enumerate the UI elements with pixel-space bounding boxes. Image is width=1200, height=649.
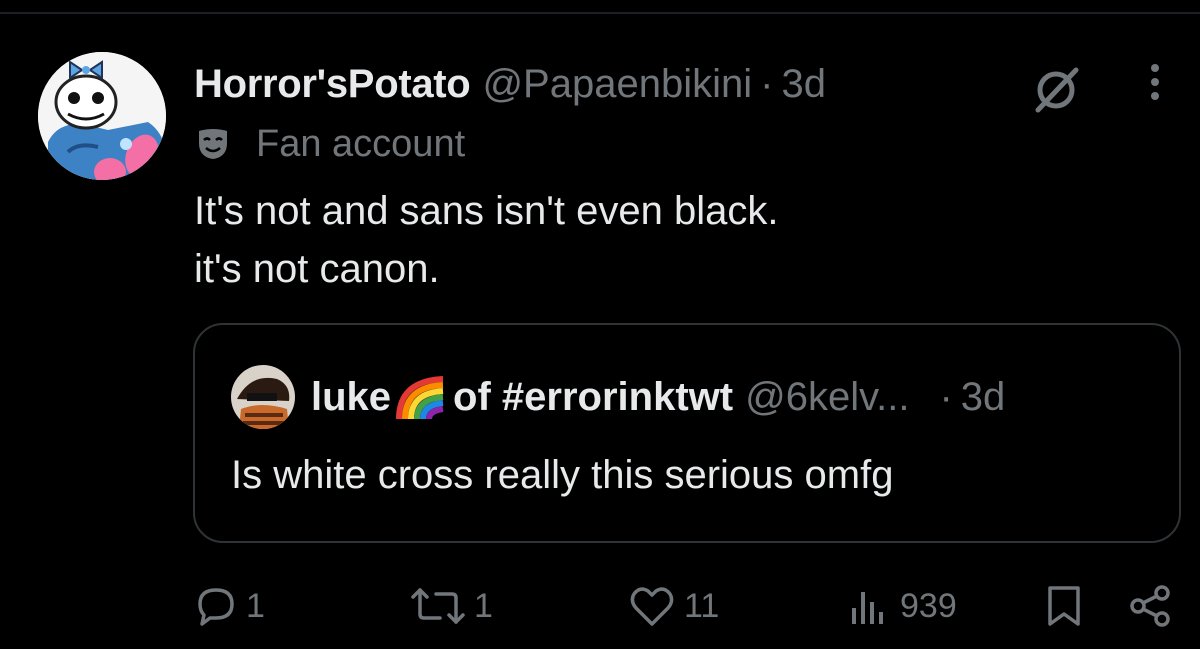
grok-icon[interactable] (1030, 64, 1082, 116)
more-options-icon[interactable] (1140, 62, 1170, 106)
bookmark-icon (1048, 586, 1080, 626)
mask-icon (199, 129, 227, 159)
heart-icon (630, 587, 674, 626)
like-count: 11 (684, 586, 720, 625)
analytics-icon (852, 592, 883, 624)
tweet-text-line: It's not and sans isn't even black. (194, 189, 779, 233)
quoted-author-avatar[interactable] (231, 365, 295, 429)
views-button[interactable]: 939 (848, 580, 957, 632)
view-count: 939 (900, 586, 957, 625)
retweet-icon (411, 588, 465, 624)
reply-button[interactable]: 1 (194, 580, 265, 632)
share-icon (1130, 585, 1170, 627)
reply-icon (198, 588, 234, 626)
quoted-author-name[interactable]: luke (311, 375, 391, 420)
author-handle[interactable]: @Papaenbikini (482, 62, 752, 107)
quoted-timestamp[interactable]: 3d (961, 375, 1006, 420)
bookmark-button[interactable] (1044, 580, 1084, 632)
tweet-text: It's not and sans isn't even black. it's… (194, 182, 779, 298)
quoted-tweet-text: Is white cross really this serious omfg (231, 453, 894, 497)
badge-text: Fan account (256, 122, 466, 165)
top-divider (0, 12, 1200, 14)
tweet-text-line: it's not canon. (194, 247, 440, 291)
reply-count: 1 (246, 586, 265, 625)
quoted-header-separator: · (939, 374, 953, 419)
header-separator: · (760, 61, 774, 106)
tweet-timestamp[interactable]: 3d (781, 62, 826, 107)
author-avatar[interactable] (38, 52, 166, 180)
retweet-count: 1 (474, 586, 493, 625)
quoted-tweet[interactable]: luke of #errorinktwt @6kelv... · 3d Is w… (193, 323, 1181, 543)
rainbow-emoji-icon (396, 376, 444, 420)
author-display-name[interactable]: Horror'sPotato (194, 62, 471, 107)
quoted-tweet-header: luke of #errorinktwt @6kelv... · 3d (311, 371, 1005, 423)
like-button[interactable]: 11 (628, 580, 719, 632)
share-button[interactable] (1126, 580, 1174, 632)
tweet-header: Horror'sPotato @Papaenbikini · 3d (194, 56, 826, 112)
quoted-author-handle[interactable]: @6kelv... (745, 375, 909, 420)
tweet-actions: 1 1 11 939 (0, 580, 1200, 632)
fan-account-label: Fan account (196, 122, 465, 166)
quoted-author-name-suffix[interactable]: of #errorinktwt (453, 375, 733, 420)
retweet-button[interactable]: 1 (410, 580, 493, 632)
